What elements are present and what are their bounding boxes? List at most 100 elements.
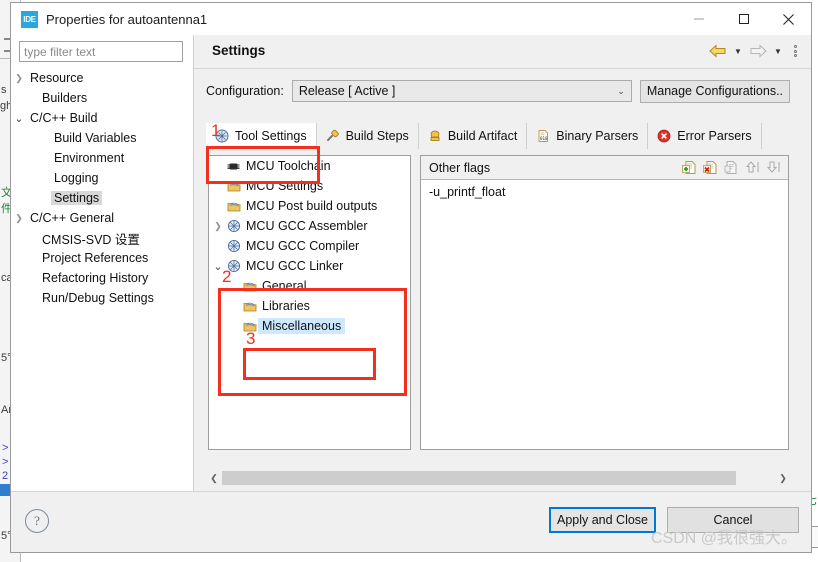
sidebar-item-logging[interactable]: Logging <box>11 168 193 188</box>
move-up-icon <box>743 159 761 177</box>
tool-tree-item-label: MCU GCC Assembler <box>246 219 368 233</box>
ide-app-icon: IDE <box>21 10 38 28</box>
chevron-down-icon: ⌄ <box>617 86 625 96</box>
bg-fragment: 2 <box>2 470 9 482</box>
minimize-icon[interactable] <box>676 3 721 35</box>
window-controls <box>676 3 811 35</box>
scroll-left-icon[interactable]: ❮ <box>206 470 222 486</box>
sidebar-item-cmsis-svd[interactable]: CMSIS-SVD 设置 <box>11 228 193 248</box>
chevron-right-icon[interactable]: ❯ <box>11 73 27 84</box>
flag-item[interactable]: -u_printf_float <box>421 180 788 204</box>
dialog-title: Properties for autoantenna1 <box>46 11 208 27</box>
delete-icon[interactable] <box>701 159 719 177</box>
chevron-right-icon[interactable]: ❯ <box>11 213 27 224</box>
header-nav: ▼ ▼ <box>707 41 803 61</box>
help-icon[interactable]: ? <box>25 509 49 533</box>
tool-settings-content: MCU Toolchain MCU Settings MCU Post build … <box>206 149 791 458</box>
bg-fragment: s <box>1 84 7 96</box>
horizontal-scroll-track[interactable] <box>222 470 775 486</box>
configuration-select[interactable]: Release [ Active ] ⌄ <box>291 80 632 102</box>
manage-configurations-button[interactable]: Manage Configurations.. <box>639 79 791 103</box>
other-flags-toolbar <box>680 159 788 177</box>
binary-parsers-icon: 010 <box>536 129 551 144</box>
tool-tree-item-mcu-settings[interactable]: MCU Settings <box>209 176 410 196</box>
gear-icon <box>225 239 242 253</box>
sidebar-item-refactoring-history[interactable]: Refactoring History <box>11 268 193 288</box>
tool-tree-item-label: MCU Toolchain <box>246 159 331 173</box>
tool-tree-item-label: MCU GCC Compiler <box>246 239 360 253</box>
sidebar-item-run-debug-settings[interactable]: Run/Debug Settings <box>11 288 193 308</box>
sidebar-item-label: Logging <box>54 171 99 185</box>
tool-tree-item-libraries[interactable]: Libraries <box>209 296 410 316</box>
sidebar-item-label: Project References <box>42 251 149 265</box>
edit-icon <box>722 159 740 177</box>
apply-and-close-button[interactable]: Apply and Close <box>549 507 656 533</box>
properties-sidebar: ❯ResourceBuilders⌄C/C++ BuildBuild Varia… <box>11 35 194 492</box>
other-flags-title: Other flags <box>429 160 491 175</box>
tab-tool-settings[interactable]: Tool Settings <box>206 123 317 149</box>
settings-pane: Settings ▼ ▼ Configuration: Release [Ac… <box>194 35 811 492</box>
tool-tree-item-label: Miscellaneous <box>258 318 346 334</box>
tab-binary-parsers[interactable]: 010 Binary Parsers <box>527 123 649 149</box>
forward-dropdown-icon[interactable]: ▼ <box>771 41 785 61</box>
tab-label: Build Steps <box>345 129 409 143</box>
error-parsers-icon <box>657 129 672 144</box>
dialog-body: ❯ResourceBuilders⌄C/C++ BuildBuild Varia… <box>11 35 811 492</box>
other-flags-header: Other flags <box>421 156 788 180</box>
annotation-number-3: 3 <box>246 329 256 348</box>
settings-scroll-area: Configuration: Release [ Active ] ⌄ Mana… <box>194 69 811 492</box>
sidebar-item-label: Resource <box>30 71 84 85</box>
tool-tree-item-label: Libraries <box>262 299 310 313</box>
sidebar-item-project-references[interactable]: Project References <box>11 248 193 268</box>
tool-category-tree: MCU Toolchain MCU Settings MCU Post build … <box>208 155 411 450</box>
maximize-icon[interactable] <box>721 3 766 35</box>
chevron-down-icon[interactable]: ⌄ <box>11 112 27 125</box>
dialog-titlebar: IDE Properties for autoantenna1 <box>11 3 811 35</box>
sidebar-item-label: Run/Debug Settings <box>42 291 154 305</box>
folder-icon <box>225 180 242 193</box>
sidebar-item-builders[interactable]: Builders <box>11 88 193 108</box>
annotation-number-1: 1 <box>211 121 221 140</box>
scroll-right-icon[interactable]: ❯ <box>775 470 791 486</box>
tool-tree-item-mcu-toolchain[interactable]: MCU Toolchain <box>209 156 410 176</box>
sidebar-item-c-c-general[interactable]: ❯ C/C++ General <box>11 208 193 228</box>
sidebar-item-build-variables[interactable]: Build Variables <box>11 128 193 148</box>
tab-error-parsers[interactable]: Error Parsers <box>648 123 762 149</box>
close-icon[interactable] <box>766 3 811 35</box>
sidebar-item-c-c-build[interactable]: ⌄ C/C++ Build <box>11 108 193 128</box>
tool-tree-item-mcu-gcc-assembler[interactable]: ❯ MCU GCC Assembler <box>209 216 410 236</box>
csdn-watermark: CSDN @我很强大。 <box>650 530 797 547</box>
tab-label: Error Parsers <box>677 129 752 143</box>
tool-tree-item-mcu-gcc-linker[interactable]: ⌄ MCU GCC Linker <box>209 256 410 276</box>
tool-tree-item-mcu-gcc-compiler[interactable]: MCU GCC Compiler <box>209 236 410 256</box>
view-menu-icon[interactable] <box>787 41 803 61</box>
horizontal-scroll-thumb[interactable] <box>222 471 737 485</box>
settings-horizontal-scrollbar[interactable]: ❮ ❯ <box>206 470 791 486</box>
gear-icon <box>225 219 242 233</box>
sidebar-item-settings[interactable]: Settings <box>11 188 193 208</box>
back-dropdown-icon[interactable]: ▼ <box>731 41 745 61</box>
tool-tree-item-general[interactable]: General <box>209 276 410 296</box>
settings-header: Settings ▼ ▼ <box>194 35 811 69</box>
tool-tree-item-miscellaneous[interactable]: Miscellaneous <box>209 316 410 336</box>
filter-input[interactable] <box>19 41 183 62</box>
tool-tree-item-mcu-post-build-outputs[interactable]: MCU Post build outputs <box>209 196 410 216</box>
forward-arrow-icon[interactable] <box>747 41 769 61</box>
back-arrow-icon[interactable] <box>707 41 729 61</box>
add-icon[interactable] <box>680 159 698 177</box>
other-flags-list[interactable]: -u_printf_float <box>421 180 788 449</box>
chevron-right-icon[interactable]: ❯ <box>211 221 225 232</box>
folder-icon <box>225 200 242 213</box>
annotation-number-2: 2 <box>222 267 232 286</box>
dialog-footer: ? Apply and Close Cancel CSDN @我很强大。 <box>11 491 811 552</box>
sidebar-item-label: Environment <box>54 151 125 165</box>
svg-text:010: 010 <box>540 136 548 141</box>
sidebar-item-environment[interactable]: Environment <box>11 148 193 168</box>
sidebar-item-resource[interactable]: ❯ Resource <box>11 68 193 88</box>
tab-build-artifact[interactable]: Build Artifact <box>419 123 528 149</box>
sidebar-item-label: C/C++ Build <box>30 111 98 125</box>
tool-tree-item-label: MCU Post build outputs <box>246 199 378 213</box>
build-steps-icon <box>326 129 341 144</box>
sidebar-item-label: Settings <box>51 191 103 205</box>
tab-build-steps[interactable]: Build Steps <box>317 123 419 149</box>
